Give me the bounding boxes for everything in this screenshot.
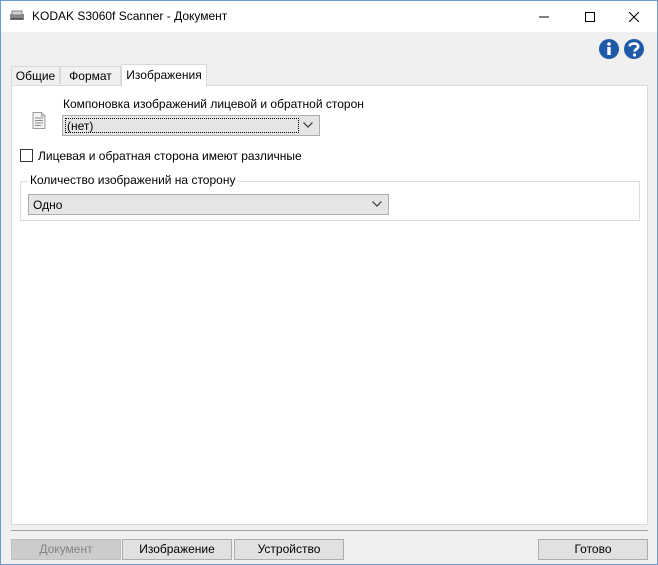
- bottom-separator: [11, 530, 648, 531]
- chevron-down-icon: [372, 201, 382, 207]
- minimize-icon: [539, 16, 549, 17]
- title-bar[interactable]: KODAK S3060f Scanner - Документ: [1, 1, 657, 32]
- device-button[interactable]: Устройство: [234, 539, 344, 560]
- layout-select-value: (нет): [67, 119, 94, 133]
- tab-general[interactable]: Общие: [11, 66, 60, 84]
- chevron-down-icon: [303, 122, 313, 128]
- info-icon[interactable]: [599, 39, 619, 59]
- document-button[interactable]: Документ: [11, 539, 121, 560]
- close-button[interactable]: [611, 1, 657, 32]
- maximize-icon: [585, 11, 595, 22]
- count-group-title: Количество изображений на сторону: [28, 173, 238, 187]
- dialog-window: KODAK S3060f Scanner - Документ Общие Фо…: [0, 0, 658, 565]
- count-select-value: Одно: [33, 198, 63, 212]
- done-button[interactable]: Готово: [538, 539, 648, 560]
- count-select[interactable]: Одно: [28, 194, 389, 215]
- help-icon[interactable]: [624, 39, 644, 59]
- scanner-icon: [9, 9, 25, 23]
- layout-select[interactable]: (нет): [62, 115, 320, 136]
- close-icon: [629, 11, 639, 22]
- different-sides-label[interactable]: Лицевая и обратная сторона имеют различн…: [38, 149, 302, 163]
- maximize-button[interactable]: [567, 1, 613, 32]
- tab-format[interactable]: Формат: [60, 66, 121, 84]
- help-icons: [598, 38, 646, 60]
- tab-images[interactable]: Изображения: [121, 64, 207, 87]
- image-button[interactable]: Изображение: [122, 539, 232, 560]
- document-icon: [32, 112, 46, 129]
- minimize-button[interactable]: [521, 1, 567, 32]
- window-title: KODAK S3060f Scanner - Документ: [32, 9, 228, 23]
- focus-rect: [65, 118, 299, 133]
- layout-label: Компоновка изображений лицевой и обратно…: [63, 97, 364, 111]
- different-sides-checkbox[interactable]: [20, 149, 33, 162]
